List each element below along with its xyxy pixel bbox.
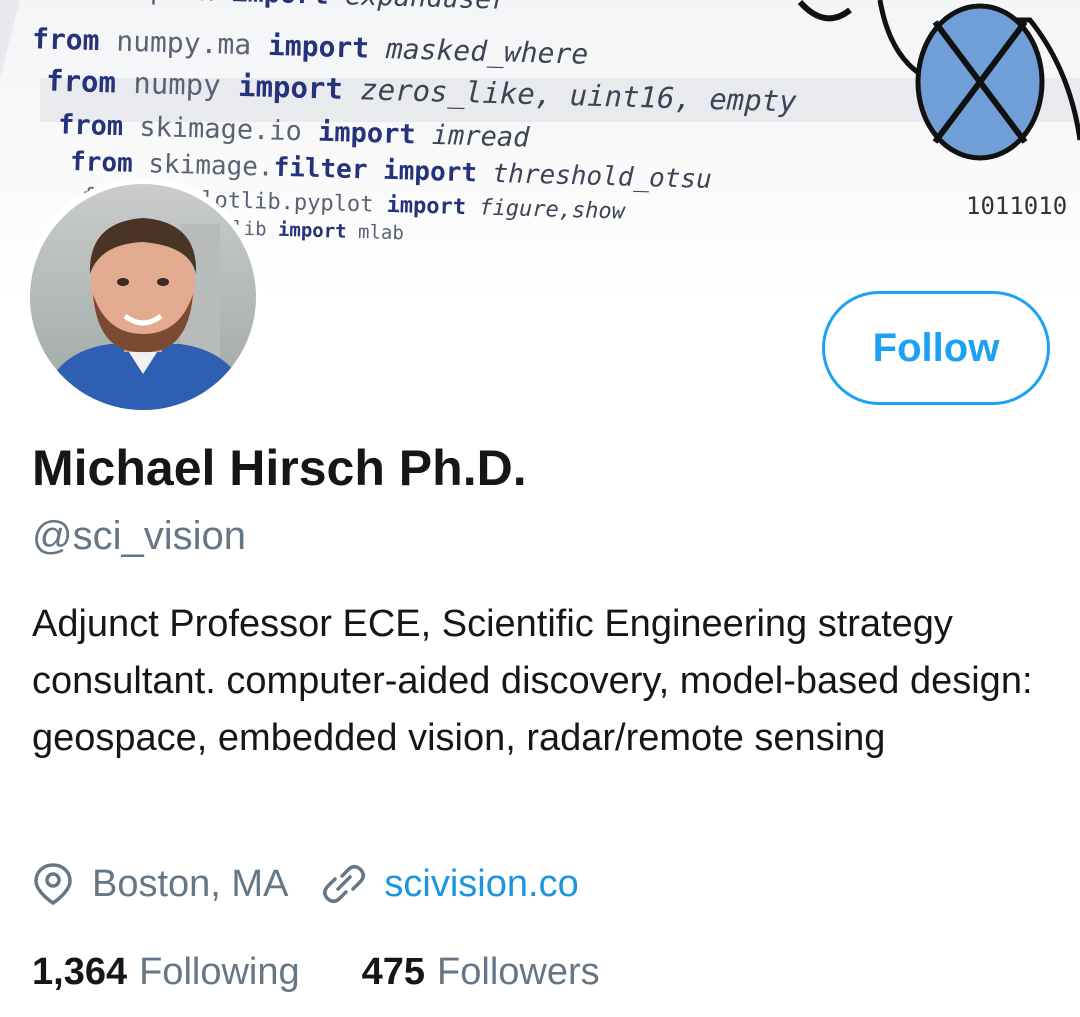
profile-stats: 1,364 Following 475 Followers [32,944,600,1000]
banner-binary-text: 1011010 [966,192,1068,220]
profile-bio: Adjunct Professor ECE, Scientific Engine… [32,603,1033,759]
followers-count: 475 [361,950,426,993]
profile-display-name: Michael Hirsch Ph.D. [32,440,527,496]
map-pin-icon [34,863,72,906]
profile-meta-row: Boston, MA scivision.co [32,856,579,912]
link-icon [323,865,366,903]
followers-stat[interactable]: 475 Followers [362,951,600,994]
location-item: Boston, MA [32,862,288,906]
website-link[interactable]: scivision.co [384,863,578,906]
avatar-photo [30,184,256,410]
following-count: 1,364 [32,950,128,993]
following-stat[interactable]: 1,364 Following [32,951,300,994]
location-text: Boston, MA [92,862,289,905]
banner-circuit-diagram [797,0,1080,161]
following-label: Following [139,950,300,993]
follow-button[interactable]: Follow [822,291,1050,405]
followers-label: Followers [437,950,600,993]
website-item[interactable]: scivision.co [320,862,579,906]
profile-handle[interactable]: @sci_vision [32,512,246,560]
profile-avatar[interactable] [24,178,262,416]
